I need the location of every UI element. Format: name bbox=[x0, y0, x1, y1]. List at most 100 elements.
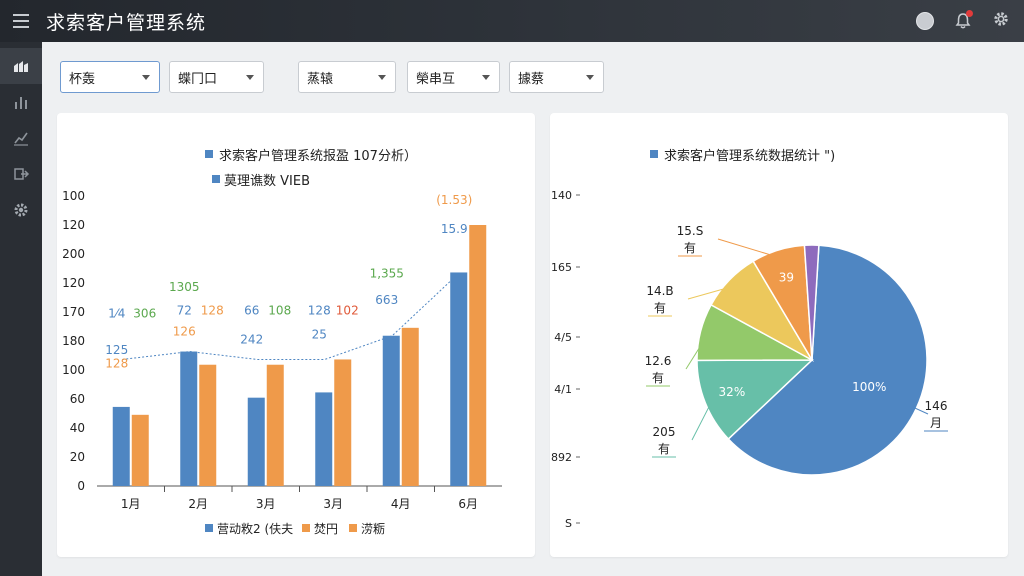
bar bbox=[401, 327, 419, 486]
data-label: (1.53) bbox=[436, 193, 472, 207]
filter-value: 蒸辕 bbox=[307, 71, 334, 87]
y-tick-label: 4/5 bbox=[554, 331, 572, 344]
data-label: 1⁄4 bbox=[108, 306, 125, 320]
dashboard-icon bbox=[14, 61, 28, 72]
data-label: 15.9 bbox=[441, 222, 468, 236]
filter-bar: 杯轰 蝶冂口 蒸辕 榮串互 據蔡 bbox=[60, 61, 620, 93]
chart-title: 求索客户管理系统数据统计 ") bbox=[664, 148, 835, 164]
data-label: 1305 bbox=[169, 280, 200, 294]
bar-chart: 求索客户管理系统报盈 107分析） 莫理谯数 VIEB 100120200120… bbox=[62, 148, 502, 536]
callout-line bbox=[717, 238, 781, 259]
y-tick-label: 60 bbox=[70, 392, 85, 406]
app-header: 求索客户管理系统 bbox=[0, 0, 1024, 42]
filter-select-2[interactable]: 蝶冂口 bbox=[169, 61, 264, 93]
sidebar-item-reports[interactable] bbox=[0, 84, 42, 120]
filter-select-4[interactable]: 榮串互 bbox=[407, 61, 500, 93]
callout-unit: 月 bbox=[930, 416, 942, 430]
filter-value: 杯轰 bbox=[69, 71, 96, 87]
y-tick-label: S bbox=[565, 517, 572, 530]
y-tick-label: 0 bbox=[77, 479, 85, 493]
legend-label: 营动敉2 (伕夫 bbox=[217, 521, 293, 536]
y-tick-label: 165 bbox=[551, 261, 572, 274]
bar bbox=[382, 335, 400, 486]
data-label: 128 bbox=[105, 356, 128, 370]
callout-value: 15.S bbox=[677, 224, 704, 238]
settings-gear-icon[interactable] bbox=[992, 10, 1010, 32]
sidebar-item-export[interactable] bbox=[0, 156, 42, 192]
y-tick-label: 120 bbox=[62, 218, 85, 232]
sidebar bbox=[0, 42, 42, 576]
data-label: 108 bbox=[268, 304, 291, 318]
data-label: 25 bbox=[312, 327, 327, 341]
filter-select-3[interactable]: 蒸辕 bbox=[298, 61, 396, 93]
bar bbox=[315, 392, 333, 486]
notification-bell-icon[interactable] bbox=[954, 10, 973, 30]
chart-title: 求索客户管理系统报盈 107分析） bbox=[219, 148, 417, 164]
data-label: 72 bbox=[177, 304, 192, 318]
callout-value: 205 bbox=[653, 425, 676, 439]
filter-value: 據蔡 bbox=[518, 71, 545, 87]
y-tick-label: 180 bbox=[62, 334, 85, 348]
category-label: 4月 bbox=[391, 497, 411, 511]
sidebar-item-dashboard[interactable] bbox=[0, 48, 42, 84]
data-label: 128 bbox=[308, 304, 331, 318]
category-label: 2月 bbox=[188, 497, 208, 511]
legend-swatch bbox=[302, 524, 310, 532]
callout-unit: 有 bbox=[684, 241, 696, 255]
y-tick-label: 4/1 bbox=[554, 383, 572, 396]
bar-chart-icon bbox=[15, 97, 27, 109]
slice-label: 100% bbox=[852, 380, 886, 394]
y-tick-label: 170 bbox=[62, 305, 85, 319]
menu-icon[interactable] bbox=[0, 0, 42, 42]
pie-chart: 求索客户管理系统数据统计 ") 140 165 4/5 4/1 892 S 100% 32%… bbox=[551, 148, 948, 530]
y-tick-label: 120 bbox=[62, 276, 85, 290]
y-tick-label: 40 bbox=[70, 421, 85, 435]
chevron-down-icon bbox=[246, 75, 254, 80]
slice-label: 39 bbox=[779, 271, 794, 285]
y-tick-label: 200 bbox=[62, 247, 85, 261]
chevron-down-icon bbox=[142, 75, 150, 80]
filter-value: 蝶冂口 bbox=[178, 71, 218, 87]
data-label: 125 bbox=[105, 343, 128, 357]
data-label: 66 bbox=[244, 304, 259, 318]
data-label: 128 bbox=[201, 304, 224, 318]
data-label: 126 bbox=[173, 325, 196, 339]
bar bbox=[247, 397, 265, 486]
y-tick-label: 100 bbox=[62, 363, 85, 377]
legend-label: 涝粝 bbox=[361, 522, 385, 536]
callout-line bbox=[691, 399, 714, 441]
y-tick-label: 100 bbox=[62, 189, 85, 203]
title-legend-swatch bbox=[205, 150, 213, 158]
subtitle-legend-swatch bbox=[212, 175, 220, 183]
chevron-down-icon bbox=[482, 75, 490, 80]
y-tick-label: 20 bbox=[70, 450, 85, 464]
callout-unit: 有 bbox=[654, 301, 666, 315]
data-label: 306 bbox=[133, 306, 156, 320]
data-label: 102 bbox=[336, 304, 359, 318]
bar bbox=[112, 406, 130, 486]
bar bbox=[266, 364, 284, 486]
callout-value: 12.6 bbox=[645, 354, 672, 368]
y-tick-label: 892 bbox=[551, 451, 572, 464]
callout-unit: 有 bbox=[658, 442, 670, 456]
bar bbox=[450, 272, 468, 486]
filter-value: 榮串互 bbox=[416, 71, 456, 87]
y-tick-label: 140 bbox=[551, 189, 572, 202]
notification-badge bbox=[966, 10, 973, 17]
data-label: 1,355 bbox=[370, 267, 404, 281]
chevron-down-icon bbox=[378, 75, 386, 80]
user-avatar[interactable] bbox=[916, 12, 934, 30]
app-title: 求索客户管理系统 bbox=[46, 11, 207, 34]
pie-chart-card: 求索客户管理系统数据统计 ") 140 165 4/5 4/1 892 S 100% 32%… bbox=[550, 113, 1008, 557]
chevron-down-icon bbox=[586, 75, 594, 80]
filter-select-5[interactable]: 據蔡 bbox=[509, 61, 604, 93]
bar bbox=[469, 225, 487, 486]
sidebar-item-settings[interactable] bbox=[0, 192, 42, 228]
bar-chart-card: 求索客户管理系统报盈 107分析） 莫理谯数 VIEB 100 120 200 120… bbox=[57, 113, 535, 557]
filter-select-1[interactable]: 杯轰 bbox=[60, 61, 160, 93]
legend-swatch bbox=[205, 524, 213, 532]
chart-subtitle: 莫理谯数 VIEB bbox=[224, 174, 310, 189]
sidebar-item-trends[interactable] bbox=[0, 120, 42, 156]
bar bbox=[199, 364, 217, 486]
bar bbox=[334, 359, 352, 486]
